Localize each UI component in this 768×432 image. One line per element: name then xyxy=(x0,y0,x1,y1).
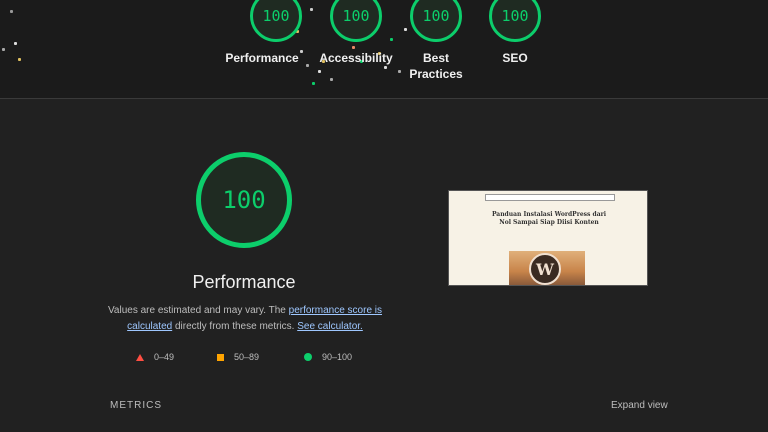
circle-icon xyxy=(304,353,312,361)
gauge-seo-label: SEO xyxy=(502,51,528,65)
performance-title: Performance xyxy=(192,272,296,292)
performance-score: 100 xyxy=(222,186,266,214)
gauge-seo-score: 100 xyxy=(501,7,529,25)
thumbnail-hero-image: W xyxy=(509,251,585,285)
gauge-seo[interactable]: 100 xyxy=(489,0,541,42)
wordpress-logo-icon: W xyxy=(529,253,561,285)
description-middle: directly from these metrics. xyxy=(172,321,298,332)
performance-gauge: 100 xyxy=(196,152,292,248)
square-icon xyxy=(217,353,224,361)
metrics-heading: METRICS xyxy=(110,400,162,411)
thumbnail-header-bar xyxy=(485,194,615,201)
legend-average-range: 50–89 xyxy=(234,352,260,362)
legend-average: 50–89 xyxy=(217,350,259,364)
summary-band: 100 Performance 100 Accessibility 100 Be… xyxy=(0,0,768,99)
legend-fail-range: 0–49 xyxy=(154,352,175,362)
thumbnail-title: Panduan Instalasi WordPress dari Nol Sam… xyxy=(491,211,607,226)
performance-description: Values are estimated and may vary. The p… xyxy=(104,303,386,335)
gauge-performance[interactable]: 100 xyxy=(250,0,302,42)
gauge-accessibility-label: Accessibility xyxy=(319,51,393,65)
gauge-performance-score: 100 xyxy=(262,7,290,25)
gauge-accessibility-score: 100 xyxy=(342,7,370,25)
legend-pass-range: 90–100 xyxy=(322,352,353,362)
legend-pass: 90–100 xyxy=(304,350,352,364)
triangle-icon xyxy=(136,353,144,361)
legend-fail: 0–49 xyxy=(136,350,174,364)
see-calculator-link[interactable]: See calculator. xyxy=(297,321,363,332)
gauge-best-practices[interactable]: 100 xyxy=(410,0,462,42)
description-prefix: Values are estimated and may vary. The xyxy=(107,305,289,316)
gauge-accessibility[interactable]: 100 xyxy=(330,0,382,42)
expand-view-toggle[interactable]: Expand view xyxy=(611,400,668,411)
page-screenshot-thumbnail[interactable]: Panduan Instalasi WordPress dari Nol Sam… xyxy=(448,190,648,286)
gauge-best-practices-score: 100 xyxy=(422,7,450,25)
